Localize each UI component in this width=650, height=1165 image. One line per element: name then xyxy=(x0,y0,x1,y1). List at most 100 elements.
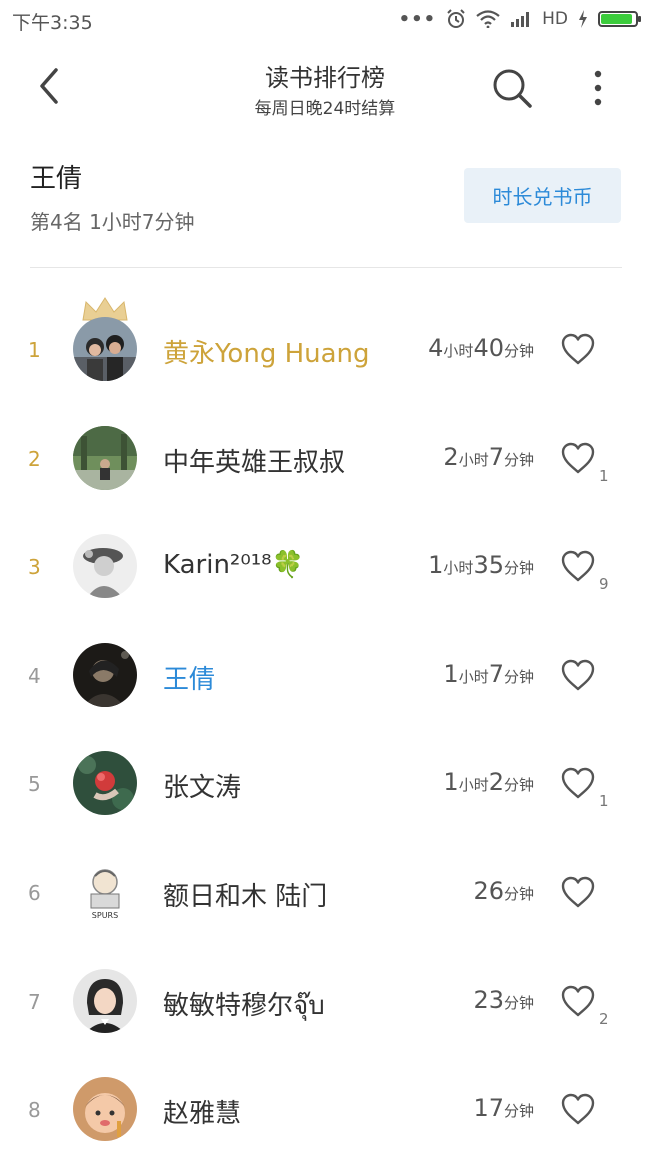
ranking-list: 1 黄永Yong Huang 4小时40分钟 2 中年英雄王叔叔 2小时7分钟 1 3 Kari… xyxy=(0,296,650,1165)
duration-hours-unit: 小时 xyxy=(458,450,489,469)
app-header: 读书排行榜 每周日晚24时结算 xyxy=(0,40,650,140)
duration-minutes-unit: 分钟 xyxy=(503,1102,534,1121)
svg-text:SPURS: SPURS xyxy=(92,911,118,920)
user-name[interactable]: Karin²⁰¹⁸🍀 xyxy=(163,550,304,580)
page-subtitle: 每周日晚24时结算 xyxy=(254,99,396,119)
like-count: 1 xyxy=(599,466,609,485)
more-options-icon[interactable] xyxy=(586,68,610,108)
reading-duration: 23分钟 xyxy=(473,986,534,1014)
duration-minutes-unit: 分钟 xyxy=(503,884,534,903)
duration-minutes: 23 xyxy=(473,985,504,1014)
duration-minutes-unit: 分钟 xyxy=(503,559,534,578)
rank-number: 5 xyxy=(28,772,41,797)
user-name[interactable]: 王倩 xyxy=(163,659,215,696)
duration-hours: 1 xyxy=(443,659,459,688)
duration-minutes-unit: 分钟 xyxy=(503,993,534,1012)
duration-hours-unit: 小时 xyxy=(458,776,489,795)
heart-icon[interactable] xyxy=(560,549,596,583)
duration-minutes-unit: 分钟 xyxy=(503,342,534,360)
duration-minutes: 17 xyxy=(473,1094,504,1123)
ranking-row[interactable]: 7 敏敏特穆尔จุ๊บ 23分钟 2 xyxy=(0,948,650,1057)
heart-icon[interactable] xyxy=(560,1092,596,1126)
network-type: HD xyxy=(542,9,568,29)
ranking-row[interactable]: 4 王倩 1小时7分钟 xyxy=(0,622,650,731)
duration-minutes: 2 xyxy=(488,768,504,797)
like-count: 2 xyxy=(599,1009,609,1028)
like-count: 1 xyxy=(599,792,609,811)
avatar[interactable]: SPURS xyxy=(73,859,137,924)
rank-number: 7 xyxy=(28,989,41,1014)
battery-level xyxy=(601,14,632,24)
ranking-row[interactable]: 3 Karin²⁰¹⁸🍀 1小时35分钟 9 xyxy=(0,513,650,622)
divider xyxy=(30,267,622,268)
avatar[interactable] xyxy=(73,1077,137,1142)
heart-icon[interactable] xyxy=(560,766,596,800)
duration-hours-unit: 小时 xyxy=(443,559,474,578)
page-title: 读书排行榜 xyxy=(265,64,385,92)
ranking-row[interactable]: 1 黄永Yong Huang 4小时40分钟 xyxy=(0,296,650,405)
ranking-row[interactable]: 8 赵雅慧 17分钟 xyxy=(0,1056,650,1165)
ranking-row[interactable]: 6 SPURS 额日和木 陆门 26分钟 xyxy=(0,839,650,948)
duration-minutes: 35 xyxy=(473,551,504,580)
duration-minutes-unit: 分钟 xyxy=(503,776,534,795)
reading-duration: 4小时40分钟 xyxy=(428,334,534,362)
my-name: 王倩 xyxy=(30,164,83,194)
duration-minutes: 40 xyxy=(473,334,504,362)
reading-duration: 1小时2分钟 xyxy=(443,768,534,796)
reading-duration: 26分钟 xyxy=(473,877,534,905)
avatar[interactable] xyxy=(73,751,137,816)
reading-duration: 1小时35分钟 xyxy=(428,551,534,579)
wifi-icon xyxy=(476,10,500,28)
duration-minutes-unit: 分钟 xyxy=(503,667,534,686)
status-bar: 下午3:35 ••• HD xyxy=(0,0,650,38)
user-name[interactable]: 额日和木 陆门 xyxy=(163,876,327,913)
avatar[interactable] xyxy=(73,317,137,381)
ranking-row[interactable]: 5 张文涛 1小时2分钟 1 xyxy=(0,730,650,839)
my-rank-text: 第4名 1小时7分钟 xyxy=(30,210,195,234)
rank-number: 3 xyxy=(28,555,41,580)
signal-icon xyxy=(511,12,530,27)
avatar[interactable] xyxy=(73,425,137,490)
more-notifications-icon: ••• xyxy=(398,8,437,30)
heart-icon[interactable] xyxy=(560,984,596,1018)
duration-minutes-unit: 分钟 xyxy=(503,450,534,469)
duration-minutes: 26 xyxy=(473,876,504,905)
avatar[interactable] xyxy=(73,968,137,1033)
user-name[interactable]: 中年英雄王叔叔 xyxy=(163,442,345,479)
rank-number: 8 xyxy=(28,1098,41,1123)
rank-number: 4 xyxy=(28,663,41,688)
heart-icon[interactable] xyxy=(560,875,596,909)
duration-hours: 1 xyxy=(428,551,444,580)
duration-hours: 4 xyxy=(428,334,444,362)
user-name[interactable]: 赵雅慧 xyxy=(163,1093,241,1130)
alarm-icon xyxy=(447,9,465,28)
rank-number: 2 xyxy=(28,446,41,471)
avatar[interactable] xyxy=(73,642,137,707)
charging-icon xyxy=(579,10,587,28)
duration-minutes: 7 xyxy=(488,659,504,688)
user-name[interactable]: 敏敏特穆尔จุ๊บ xyxy=(163,985,325,1026)
battery-icon xyxy=(598,11,641,27)
duration-hours: 2 xyxy=(443,442,459,471)
user-name[interactable]: 黄永Yong Huang xyxy=(163,333,370,370)
reading-duration: 2小时7分钟 xyxy=(443,443,534,471)
rank-number: 1 xyxy=(28,338,41,362)
duration-minutes: 7 xyxy=(488,442,504,471)
status-icons: ••• HD xyxy=(398,6,641,32)
avatar[interactable] xyxy=(73,534,137,599)
status-time: 下午3:35 xyxy=(12,12,93,34)
heart-icon[interactable] xyxy=(560,658,596,692)
reading-duration: 1小时7分钟 xyxy=(443,660,534,688)
duration-hours-unit: 小时 xyxy=(458,667,489,686)
rank-number: 6 xyxy=(28,880,41,905)
search-icon[interactable] xyxy=(490,66,534,110)
like-count: 9 xyxy=(599,575,609,594)
heart-icon[interactable] xyxy=(560,332,596,366)
exchange-coins-button[interactable]: 时长兑书币 xyxy=(464,168,621,223)
duration-hours-unit: 小时 xyxy=(443,342,474,360)
user-name[interactable]: 张文涛 xyxy=(163,767,241,804)
duration-hours: 1 xyxy=(443,768,459,797)
heart-icon[interactable] xyxy=(560,441,596,475)
ranking-row[interactable]: 2 中年英雄王叔叔 2小时7分钟 1 xyxy=(0,405,650,514)
reading-duration: 17分钟 xyxy=(473,1094,534,1122)
